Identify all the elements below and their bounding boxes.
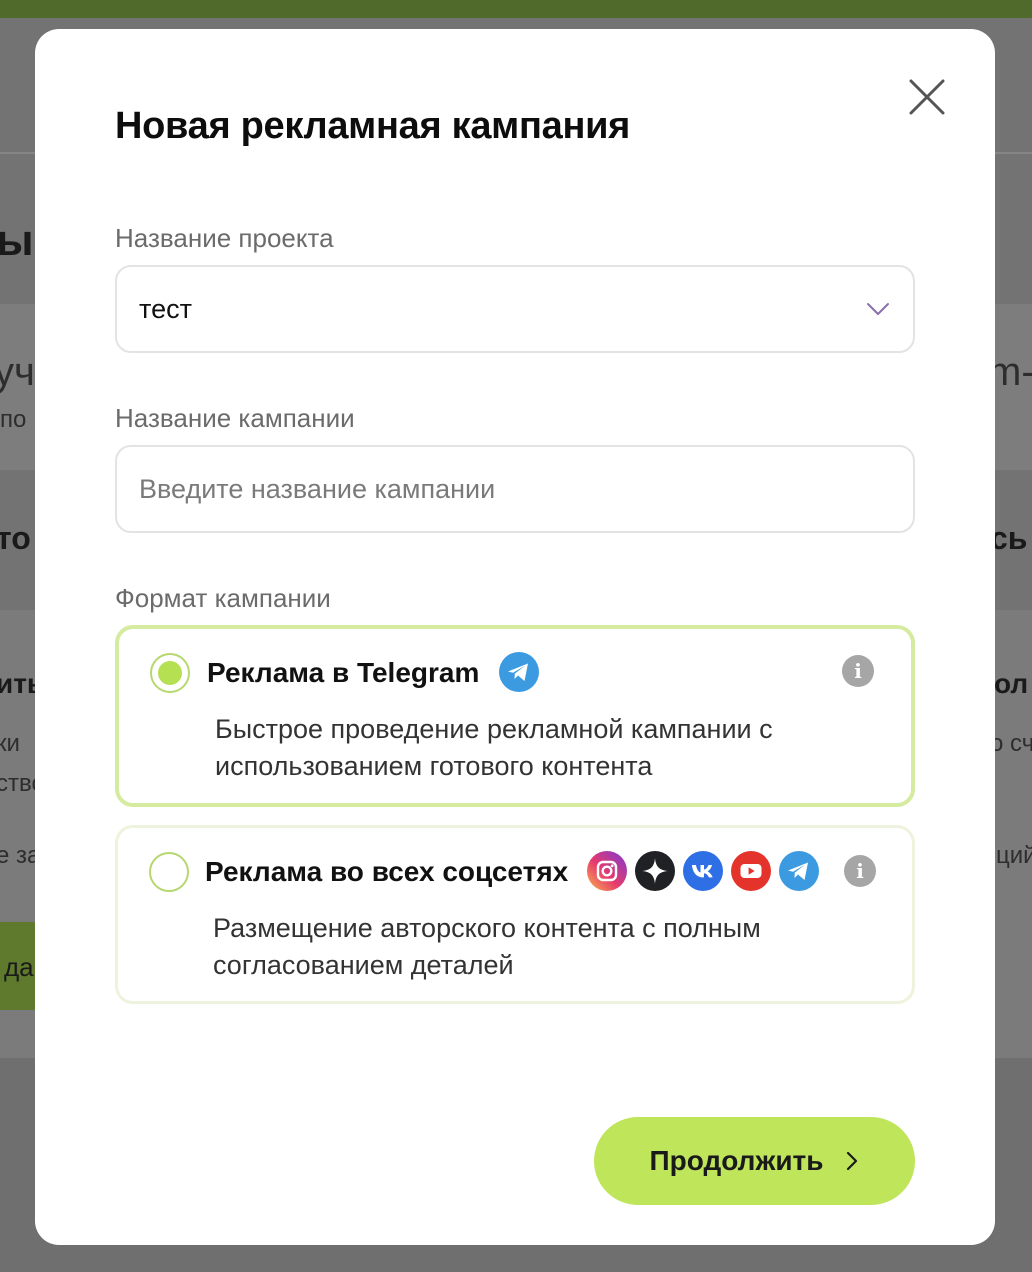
continue-button[interactable]: Продолжить bbox=[594, 1117, 915, 1205]
option-title: Реклама в Telegram bbox=[207, 657, 480, 688]
close-button[interactable] bbox=[905, 75, 949, 119]
instagram-icon bbox=[587, 851, 627, 891]
youtube-icon bbox=[731, 851, 771, 891]
modal-title: Новая рекламная кампания bbox=[115, 105, 631, 147]
project-select[interactable]: тест bbox=[115, 265, 915, 353]
dzen-icon bbox=[635, 851, 675, 891]
option-title: Реклама во всех соцсетях bbox=[205, 856, 569, 887]
background-text: ол bbox=[994, 668, 1029, 699]
chevron-down-icon bbox=[865, 296, 891, 322]
radio-selected[interactable] bbox=[150, 653, 190, 693]
chevron-right-icon bbox=[847, 1151, 858, 1171]
format-option-telegram[interactable]: Реклама в Telegram i Быстрое проведение … bbox=[115, 625, 915, 807]
project-label: Название проекта bbox=[115, 223, 334, 253]
option-description: Размещение авторского контента с полным … bbox=[213, 913, 761, 980]
radio-dot bbox=[158, 661, 182, 685]
background-text: ций bbox=[996, 842, 1032, 869]
close-icon bbox=[909, 79, 945, 115]
background-text: да bbox=[4, 952, 34, 982]
campaign-name-field[interactable] bbox=[115, 445, 915, 533]
background-text: ки bbox=[0, 730, 20, 757]
continue-label: Продолжить bbox=[649, 1145, 824, 1176]
background-text: о сч bbox=[990, 730, 1032, 757]
background-text: сь bbox=[990, 520, 1028, 556]
info-icon[interactable]: i bbox=[842, 655, 874, 687]
campaign-name-input[interactable] bbox=[139, 473, 891, 505]
telegram-icon bbox=[499, 652, 539, 692]
new-campaign-modal: Новая рекламная кампания Название проект… bbox=[35, 29, 995, 1245]
background-button: да bbox=[0, 922, 40, 1010]
background-text: то bbox=[0, 520, 31, 556]
background-text: ы bbox=[0, 216, 34, 265]
radio-unselected[interactable] bbox=[149, 852, 189, 892]
background-text: уч bbox=[0, 350, 35, 394]
project-value: тест bbox=[139, 293, 192, 324]
background-text: по bbox=[0, 406, 27, 433]
background-topbar bbox=[0, 0, 1032, 18]
format-option-all-socials[interactable]: Реклама во всех соцсетях i Размещение ав… bbox=[115, 825, 915, 1004]
option-description: Быстрое проведение рекламной кампании с … bbox=[215, 714, 773, 781]
campaign-name-label: Название кампании bbox=[115, 403, 355, 433]
info-icon[interactable]: i bbox=[844, 855, 876, 887]
vk-icon bbox=[683, 851, 723, 891]
format-label: Формат кампании bbox=[115, 583, 331, 613]
telegram-icon bbox=[779, 851, 819, 891]
